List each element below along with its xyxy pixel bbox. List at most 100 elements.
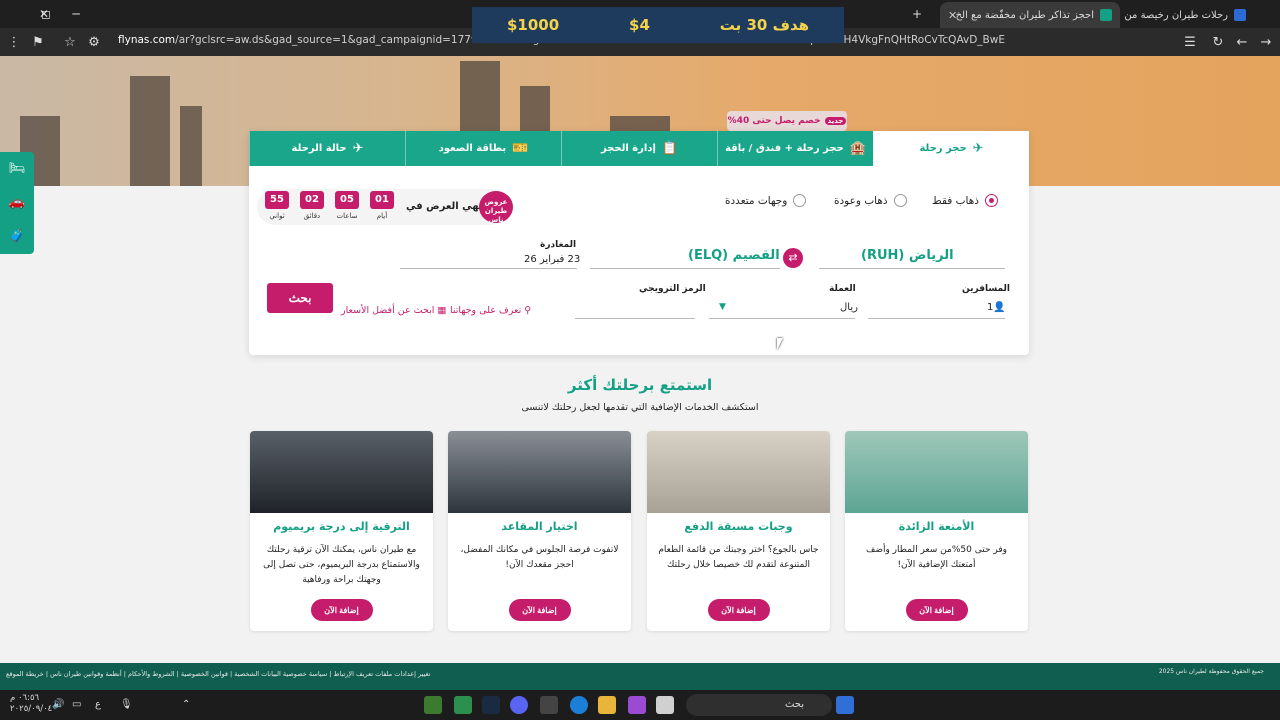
- mic-icon[interactable]: 🎙: [120, 699, 133, 710]
- tab-boarding-pass[interactable]: 🎫 بطاقة الصعود: [405, 131, 561, 166]
- timer-minutes: 02 دقائق: [300, 191, 324, 220]
- divider: [709, 318, 855, 319]
- map-icon: ⚲: [521, 305, 532, 316]
- departure-date[interactable]: 23 فبراير 26: [524, 254, 580, 265]
- back-icon[interactable]: →: [1258, 34, 1274, 50]
- steam-icon[interactable]: [482, 696, 500, 714]
- app-icon[interactable]: [424, 696, 442, 714]
- timer-hours: 05 ساعات: [335, 191, 359, 220]
- site-footer: تغيير إعدادات ملفات تعريف الإرتباط | سيا…: [0, 663, 1280, 690]
- radio-circle[interactable]: [793, 194, 807, 207]
- meal-image: [647, 431, 830, 513]
- taskbar-search[interactable]: بحث: [686, 694, 832, 716]
- tray-chevron-icon[interactable]: ⌃: [182, 699, 190, 710]
- chevron-down-icon[interactable]: ▼: [719, 302, 726, 312]
- tab-manage-booking[interactable]: 📋 إدارة الحجز: [561, 131, 717, 166]
- footer-copyright: جميع الحقوق محفوظة لطيران ناس 2025: [1158, 668, 1264, 675]
- divider: [590, 268, 780, 269]
- site-info-icon[interactable]: ⚙: [86, 34, 102, 50]
- tab-book-flight[interactable]: ✈ حجز رحلة: [873, 131, 1029, 166]
- add-now-button[interactable]: إضافة الآن: [310, 599, 373, 621]
- plane-icon: ✈: [352, 141, 364, 156]
- add-now-button[interactable]: إضافة الآن: [508, 599, 571, 621]
- add-now-button[interactable]: إضافة الآن: [905, 599, 968, 621]
- radio-label: وجهات متعددة: [725, 194, 788, 207]
- mouse-cursor-icon: [777, 338, 789, 350]
- currency-select[interactable]: ريال: [840, 302, 858, 313]
- origin-field[interactable]: الرياض (RUH): [861, 248, 954, 263]
- radio-one-way[interactable]: ذهاب فقط: [932, 194, 998, 207]
- destination-field[interactable]: القصيم (ELQ): [688, 248, 780, 263]
- radio-circle[interactable]: [984, 194, 998, 207]
- ad-price: $4: [629, 16, 650, 34]
- app-icon[interactable]: [454, 696, 472, 714]
- best-prices-link[interactable]: ▦ ابحث عن أفضل الأسعار: [341, 305, 446, 316]
- tab-flight-hotel[interactable]: 🏨 حجز رحلة + فندق / باقة: [717, 131, 873, 166]
- swap-route-icon[interactable]: ⇄: [783, 248, 803, 268]
- radio-label: ذهاب وعودة: [834, 194, 888, 207]
- network-icon[interactable]: ▭: [72, 699, 81, 710]
- folder-icon[interactable]: [598, 696, 616, 714]
- timer-seconds: 55 ثواني: [265, 191, 289, 220]
- offers-badge: عروض طيران ناس: [479, 191, 513, 224]
- new-tab-button[interactable]: +: [906, 0, 928, 28]
- browser-tab-2[interactable]: احجز تذاكر طيران مخفّضة مع الخ ✕: [940, 2, 1120, 28]
- seats-image: [448, 431, 631, 513]
- calendar-icon: ▦: [434, 305, 447, 316]
- radio-round-trip[interactable]: ذهاب وعودة: [834, 194, 907, 207]
- footer-links[interactable]: تغيير إعدادات ملفات تعريف الإرتباط | سيا…: [6, 670, 430, 678]
- clock[interactable]: ٠٦:٥٦ م ٢٠٢٥/٠٩/٠٤: [10, 693, 52, 715]
- card-premium-upgrade: الترقية إلى درجة بريميوم مع طيران ناس، ي…: [250, 431, 433, 631]
- promo-badge[interactable]: جديد خصم يصل حتى 40%: [727, 111, 847, 131]
- minimize-window-icon[interactable]: ─: [56, 0, 96, 28]
- extension-icon[interactable]: ⚑: [30, 34, 46, 50]
- search-button[interactable]: بحث: [267, 283, 333, 313]
- language-indicator[interactable]: ع: [95, 699, 101, 710]
- tab-flight-status[interactable]: ✈ حالة الرحلة: [249, 131, 405, 166]
- tab-label: إدارة الحجز: [600, 143, 656, 154]
- passengers-value[interactable]: 👤1: [987, 302, 1006, 313]
- booking-tabs: ✈ حجز رحلة 🏨 حجز رحلة + فندق / باقة 📋 إدارة…: [249, 131, 1029, 166]
- windows-taskbar: ٠٦:٥٦ م ٢٠٢٥/٠٩/٠٤ 🔊 ▭ ع 🎙 ⌃ بحث: [0, 690, 1280, 720]
- destinations-link[interactable]: ⚲ تعرف على وجهاتنا: [450, 305, 531, 316]
- discord-icon[interactable]: [510, 696, 528, 714]
- side-tools: 🛏 🚗 🧳: [0, 152, 34, 254]
- card-prepaid-meals: وجبات مسبقة الدفع جاس بالجوع؟ اختر وجبتك…: [647, 431, 830, 631]
- bookmark-star-icon[interactable]: ☆: [62, 34, 78, 50]
- edge-icon[interactable]: [570, 696, 588, 714]
- ticket-icon: 🎫: [512, 141, 529, 156]
- browser-tab-1[interactable]: رحلات طيران رخيصة من الرياض: [1124, 2, 1254, 28]
- section-subtitle: استكشف الخدمات الإضافية التي تقدمها لجعل…: [521, 402, 759, 413]
- clipboard-icon: 📋: [661, 141, 679, 156]
- volume-icon[interactable]: 🔊: [52, 699, 64, 710]
- card-seat-selection: اختيار المقاعد لاتفوت فرصة الجلوس في مكا…: [448, 431, 631, 631]
- forward-icon[interactable]: ←: [1234, 34, 1250, 50]
- overlay-ad-banner[interactable]: هدف 30 بت $4 $1000: [472, 7, 844, 43]
- timer-days: 01 أيام: [370, 191, 394, 220]
- windows-start-icon[interactable]: [836, 696, 854, 714]
- add-now-button[interactable]: إضافة الآن: [707, 599, 770, 621]
- promo-code-label: الرمز الترويجي: [639, 284, 706, 294]
- store-icon[interactable]: [540, 696, 558, 714]
- divider: [400, 268, 577, 269]
- luggage-icon[interactable]: 🧳: [0, 220, 34, 254]
- reload-icon[interactable]: ↻: [1210, 34, 1226, 50]
- section-title: استمتع برحلتك أكثر: [567, 376, 713, 394]
- card-text: لاتفوت فرصة الجلوس في مكانك المفضل، احجز…: [460, 545, 619, 570]
- radio-circle[interactable]: [893, 194, 907, 207]
- link-label: ابحث عن أفضل الأسعار: [341, 305, 435, 316]
- building-shape: [180, 106, 202, 186]
- tune-icon[interactable]: ☰: [1182, 34, 1198, 50]
- promo-code-input[interactable]: [575, 318, 695, 319]
- tab-label: حجز رحلة + فندق / باقة: [725, 143, 844, 154]
- card-title: الترقية إلى درجة بريميوم: [273, 520, 410, 533]
- offer-timer: 55 ثواني 02 دقائق 05 ساعات 01 أيام ينتهي الع…: [257, 189, 513, 225]
- menu-icon[interactable]: ⋮: [6, 34, 22, 50]
- app-icon[interactable]: [656, 696, 674, 714]
- hotel-icon[interactable]: 🛏: [0, 152, 34, 186]
- radio-multi-city[interactable]: وجهات متعددة: [725, 194, 807, 207]
- app-icon[interactable]: [628, 696, 646, 714]
- divider: [868, 318, 1005, 319]
- close-tab-icon[interactable]: ✕: [948, 9, 957, 22]
- car-icon[interactable]: 🚗: [0, 186, 34, 220]
